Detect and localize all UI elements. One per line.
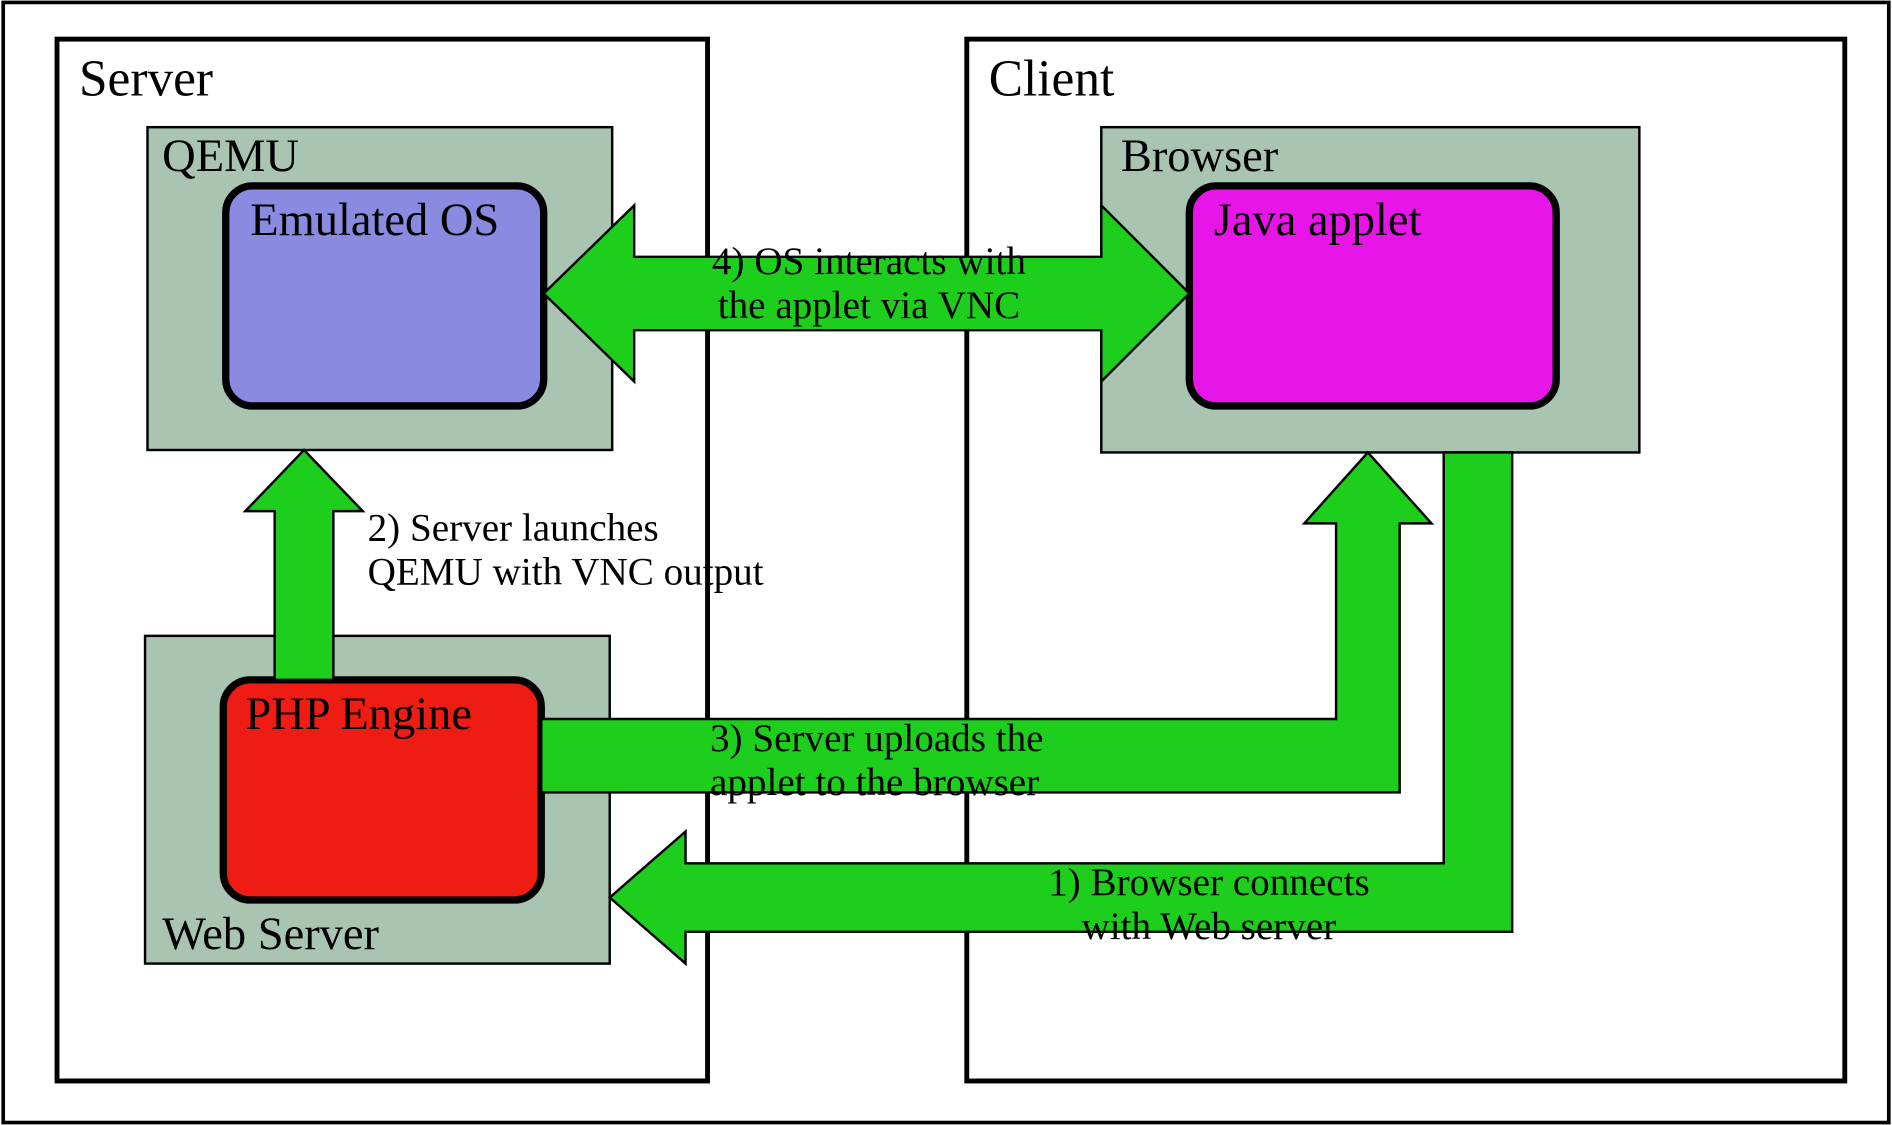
arrow-step2-label-line1: 2) Server launches	[368, 506, 659, 549]
arrow-step3-label-line1: 3) Server uploads the	[710, 717, 1044, 760]
webserver-title: Web Server	[162, 909, 379, 960]
arrow-step4-label-line1: 4) OS interacts with	[712, 240, 1026, 283]
architecture-diagram: Server QEMU Emulated OS Web Server PHP E…	[0, 0, 1892, 1125]
java-applet-label: Java applet	[1214, 195, 1422, 246]
client-title: Client	[989, 50, 1115, 107]
arrow-step1-label-line2: with Web server	[1082, 905, 1337, 948]
server-title: Server	[79, 50, 213, 107]
qemu-title: QEMU	[162, 131, 299, 182]
php-engine-label: PHP Engine	[245, 689, 472, 740]
arrow-step1-label-line1: 1) Browser connects	[1048, 861, 1370, 904]
arrow-step3-label-line2: applet to the browser	[710, 761, 1039, 804]
browser-title: Browser	[1121, 131, 1279, 182]
emulated-os-label: Emulated OS	[250, 195, 499, 246]
arrow-step4-label-line2: the applet via VNC	[718, 284, 1020, 327]
arrow-step2-label-line2: QEMU with VNC output	[368, 551, 764, 594]
